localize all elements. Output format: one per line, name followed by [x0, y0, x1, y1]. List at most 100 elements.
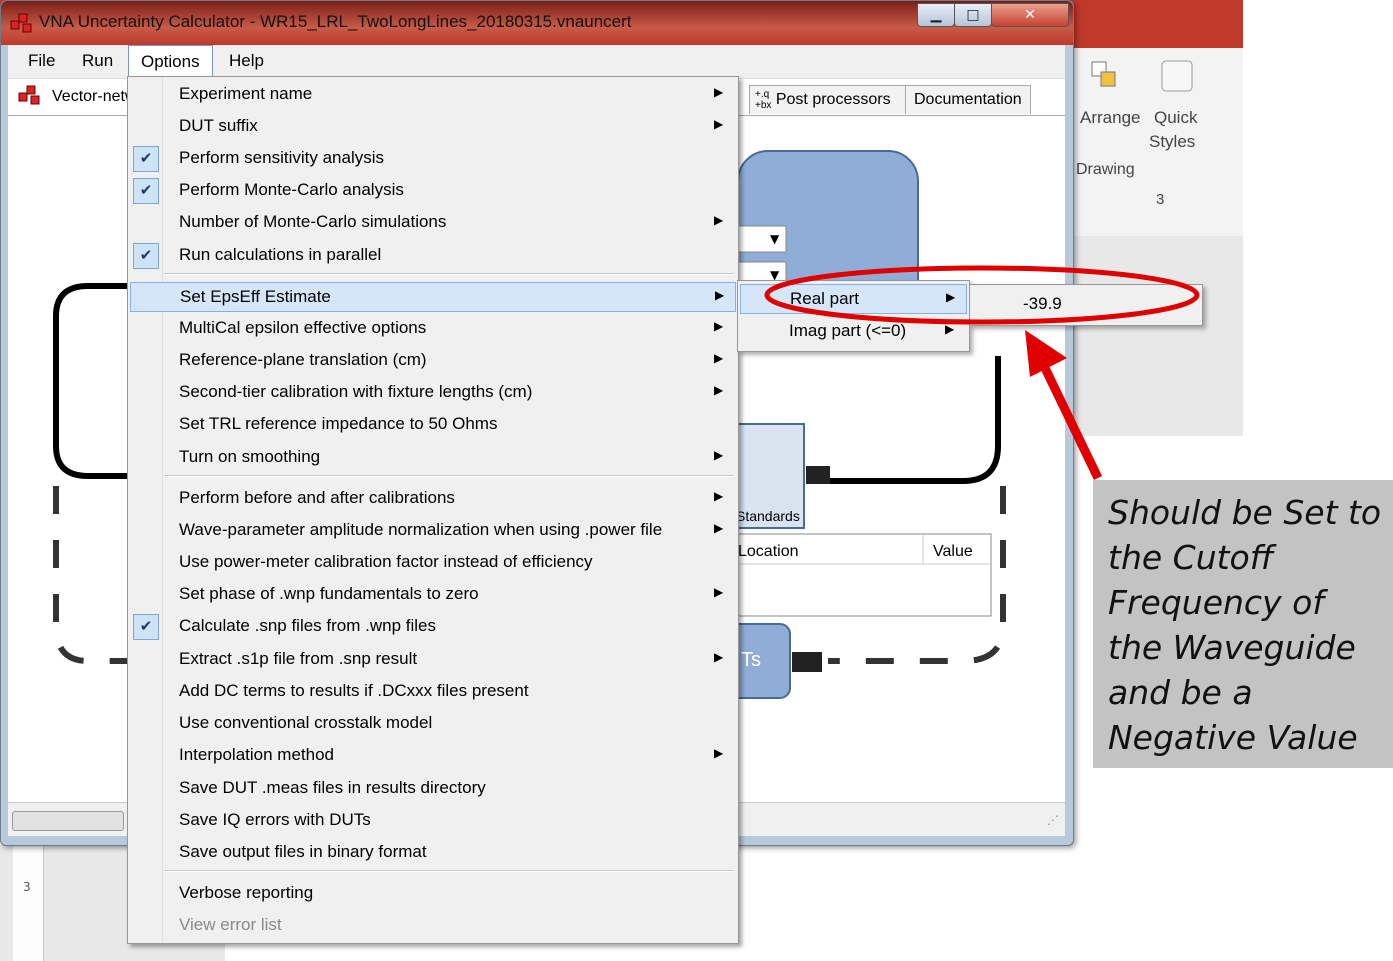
- options-menu-item[interactable]: Perform before and after calibrations ▶: [130, 484, 736, 514]
- options-menu-item-label: Calculate .snp files from .wnp files: [179, 616, 436, 635]
- submenu-arrow-icon: ▶: [714, 351, 724, 365]
- arrange-label[interactable]: Arrange: [1080, 108, 1140, 128]
- menu-file[interactable]: File: [16, 45, 67, 76]
- options-menu-item-label: MultiCal epsilon effective options: [179, 318, 427, 337]
- epseff-submenu: Real part ▶ Imag part (<=0) ▶: [737, 280, 970, 352]
- options-menu-item[interactable]: Interpolation method ▶: [130, 741, 736, 771]
- background-slide-area: [1074, 236, 1243, 436]
- menu-options[interactable]: Options: [128, 45, 213, 78]
- options-menu-item-label: Interpolation method: [179, 745, 334, 764]
- options-menu-item-label: Set phase of .wnp fundamentals to zero: [179, 584, 479, 603]
- menu-separator: [164, 273, 734, 275]
- submenu-arrow-icon: ▶: [714, 213, 724, 227]
- horizontal-scrollbar[interactable]: [12, 811, 124, 831]
- tab-documentation[interactable]: Documentation: [905, 85, 1031, 114]
- callout-text: Should be Set to the Cutoff Frequency of…: [1108, 493, 1382, 757]
- options-menu-item-label: Reference-plane translation (cm): [179, 350, 427, 369]
- options-menu-item-label: Save IQ errors with DUTs: [179, 810, 371, 829]
- options-menu-item-label: Verbose reporting: [179, 883, 314, 902]
- quick-styles-icon: [1161, 60, 1193, 92]
- options-menu-item-label: Perform sensitivity analysis: [179, 148, 385, 167]
- options-menu-item-label: Turn on smoothing: [179, 447, 321, 466]
- submenu-arrow-icon: ▶: [715, 288, 725, 302]
- options-menu-item[interactable]: DUT suffix ▶: [130, 112, 736, 142]
- submenu-arrow-icon: ▶: [714, 650, 724, 664]
- options-menu-item[interactable]: ✔ Perform sensitivity analysis: [130, 144, 736, 174]
- chevron-down-icon[interactable]: ▼: [770, 232, 779, 246]
- styles-label[interactable]: Styles: [1149, 132, 1195, 152]
- ruler-mark-left: 3: [23, 880, 31, 894]
- maximize-button[interactable]: □: [954, 3, 992, 27]
- options-menu-item[interactable]: Wave-parameter amplitude normalization w…: [130, 516, 736, 546]
- options-menu-item[interactable]: Set phase of .wnp fundamentals to zero ▶: [130, 580, 736, 610]
- options-menu-item[interactable]: Save output files in binary format: [130, 838, 736, 868]
- tab-post-processors-label: Post processors: [775, 91, 891, 108]
- menu-separator: [164, 870, 734, 872]
- menu-help[interactable]: Help: [217, 45, 276, 76]
- options-menu-item[interactable]: Extract .s1p file from .snp result ▶: [130, 645, 736, 675]
- options-menu-item-label: Wave-parameter amplitude normalization w…: [179, 520, 663, 539]
- tree-root-icon: [18, 85, 40, 105]
- options-menu-item[interactable]: Use conventional crosstalk model: [130, 709, 736, 739]
- tree-root-label[interactable]: Vector-netw: [52, 88, 136, 106]
- resize-grip-icon[interactable]: ⋰: [1047, 813, 1059, 827]
- options-menu-item[interactable]: Save IQ errors with DUTs: [130, 806, 736, 836]
- options-menu-item[interactable]: Add DC terms to results if .DCxxx files …: [130, 677, 736, 707]
- arrange-icon: [1091, 61, 1116, 87]
- options-menu-item[interactable]: Experiment name ▶: [130, 80, 736, 110]
- annotation-callout: Should be Set to the Cutoff Frequency of…: [1093, 480, 1393, 768]
- options-menu-item[interactable]: ✔ Run calculations in parallel: [130, 241, 736, 271]
- submenu-arrow-icon: ▶: [714, 585, 724, 599]
- background-ribbon: Arrange Quick Styles Drawing 3: [1074, 48, 1243, 237]
- menu-run[interactable]: Run: [70, 45, 125, 76]
- check-icon: ✔: [133, 146, 159, 172]
- options-menu-item[interactable]: Verbose reporting: [130, 879, 736, 909]
- options-menu-item[interactable]: View error list: [130, 911, 736, 941]
- options-menu-item[interactable]: Number of Monte-Carlo simulations ▶: [130, 208, 736, 238]
- tab-post-processors[interactable]: +.q +bx Post processors: [749, 85, 909, 114]
- options-menu-item-label: Use power-meter calibration factor inste…: [179, 552, 593, 571]
- options-menu-item[interactable]: Second-tier calibration with fixture len…: [130, 378, 736, 408]
- options-menu-item-label: Set EpsEff Estimate: [180, 287, 331, 306]
- options-menu-item-label: DUT suffix: [179, 116, 258, 135]
- options-menu-item-label: Save DUT .meas files in results director…: [179, 778, 486, 797]
- options-menu-item[interactable]: Save DUT .meas files in results director…: [130, 774, 736, 804]
- menu-separator: [164, 475, 734, 477]
- submenu-arrow-icon: ▶: [714, 383, 724, 397]
- submenu-real-part-label: Real part: [790, 289, 859, 308]
- options-menu-item[interactable]: Reference-plane translation (cm) ▶: [130, 346, 736, 376]
- options-menu-item-label: Use conventional crosstalk model: [179, 713, 433, 732]
- standards-label: Standards: [736, 508, 800, 524]
- submenu-arrow-icon: ▶: [714, 117, 724, 131]
- options-menu-item-label: Perform Monte-Carlo analysis: [179, 180, 404, 199]
- options-menu-item-label: View error list: [179, 915, 282, 934]
- submenu-real-part[interactable]: Real part ▶: [740, 284, 967, 314]
- vertical-ruler: 3: [13, 845, 44, 961]
- close-button[interactable]: ✕: [991, 3, 1069, 27]
- options-menu-item-label: Experiment name: [179, 84, 313, 103]
- options-menu-item-label: Save output files in binary format: [179, 842, 427, 861]
- options-menu-item[interactable]: Set EpsEff Estimate ▶: [130, 282, 736, 312]
- real-part-value[interactable]: -39.9: [1023, 294, 1062, 314]
- title-bar[interactable]: VNA Uncertainty Calculator - WR15_LRL_Tw…: [1, 1, 1073, 45]
- options-menu-item-label: Number of Monte-Carlo simulations: [179, 212, 447, 231]
- options-menu-item[interactable]: Use power-meter calibration factor inste…: [130, 548, 736, 578]
- submenu-arrow-icon: ▶: [714, 448, 724, 462]
- options-menu-item[interactable]: Set TRL reference impedance to 50 Ohms: [130, 410, 736, 440]
- submenu-arrow-icon: ▶: [946, 290, 956, 304]
- options-menu-item-label: Add DC terms to results if .DCxxx files …: [179, 681, 529, 700]
- options-menu-item[interactable]: ✔ Calculate .snp files from .wnp files: [130, 612, 736, 642]
- submenu-arrow-icon: ▶: [714, 85, 724, 99]
- duts-label: Ts: [741, 649, 761, 671]
- options-menu-item[interactable]: Turn on smoothing ▶: [130, 443, 736, 473]
- window-title: VNA Uncertainty Calculator - WR15_LRL_Tw…: [39, 12, 632, 31]
- minimize-button[interactable]: ▁: [917, 3, 955, 27]
- options-menu-item[interactable]: MultiCal epsilon effective options ▶: [130, 314, 736, 344]
- location-column-header: Location: [738, 543, 799, 560]
- options-menu-item[interactable]: ✔ Perform Monte-Carlo analysis: [130, 176, 736, 206]
- check-icon: ✔: [133, 614, 159, 640]
- real-part-value-submenu: -39.9: [969, 284, 1203, 326]
- quick-label[interactable]: Quick: [1154, 108, 1197, 128]
- ribbon-group-label: Drawing: [1076, 161, 1135, 178]
- submenu-imag-part[interactable]: Imag part (<=0) ▶: [740, 317, 967, 347]
